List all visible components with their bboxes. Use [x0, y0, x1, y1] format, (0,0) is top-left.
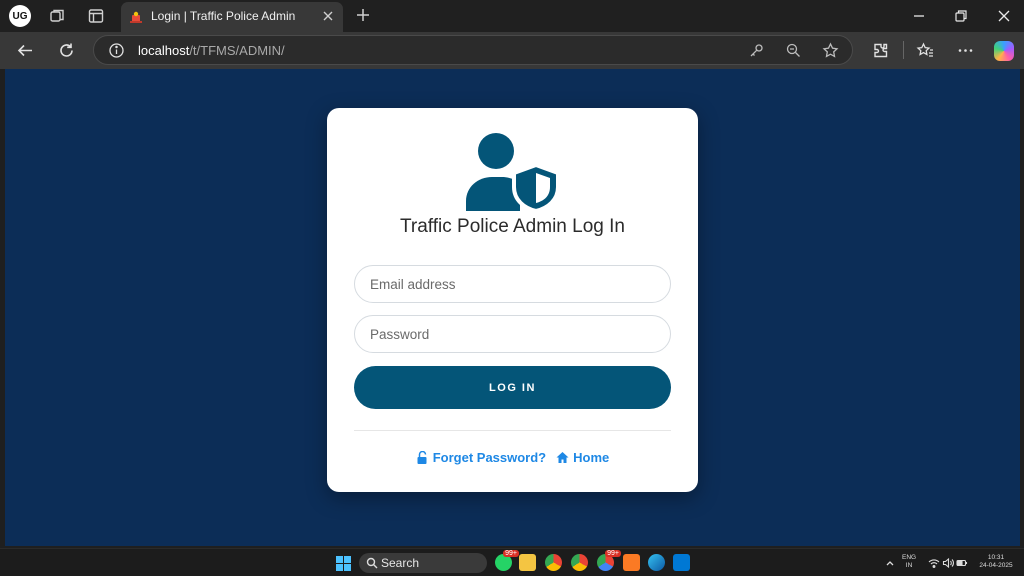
more-menu-icon[interactable]	[956, 41, 975, 60]
navigation-bar: localhost/t/TFMS/ADMIN/	[0, 32, 1024, 69]
login-button[interactable]: LOG IN	[354, 366, 671, 409]
active-tab[interactable]: Login | Traffic Police Admin	[121, 2, 343, 32]
traffic-police-favicon	[130, 11, 142, 23]
minimize-icon[interactable]	[911, 8, 927, 24]
divider	[354, 430, 671, 431]
password-key-icon[interactable]	[748, 42, 765, 59]
email-input[interactable]	[354, 265, 671, 303]
taskbar-search[interactable]: Search	[359, 553, 487, 573]
footer-links: Forget Password? Home	[327, 450, 698, 465]
site-info-icon[interactable]	[108, 42, 125, 59]
favorite-star-icon[interactable]	[822, 42, 839, 59]
windows-start-icon[interactable]	[336, 556, 351, 571]
url-text: localhost/t/TFMS/ADMIN/	[138, 43, 285, 58]
home-icon	[556, 452, 569, 463]
battery-icon[interactable]	[956, 557, 968, 569]
forgot-password-label: Forget Password?	[432, 450, 547, 465]
title-bar: UG Login | Traffic Police Admin	[0, 0, 1024, 32]
user-shield-icon	[466, 133, 560, 211]
address-bar[interactable]: localhost/t/TFMS/ADMIN/	[93, 35, 853, 65]
chrome-profile-icon[interactable]	[571, 554, 588, 571]
forgot-password-link[interactable]: Forget Password?	[416, 450, 546, 465]
whatsapp-icon[interactable]: 99+	[495, 550, 519, 571]
password-input[interactable]	[354, 315, 671, 353]
refresh-icon[interactable]	[57, 41, 76, 60]
home-link[interactable]: Home	[556, 450, 609, 465]
search-icon	[366, 557, 378, 569]
file-explorer-icon[interactable]	[519, 554, 536, 571]
taskbar: Search 99+ 99+ ENG IN 10:31 24-04-2025	[0, 548, 1024, 576]
xampp-icon[interactable]	[623, 554, 640, 571]
restore-icon[interactable]	[953, 8, 969, 24]
workspaces-icon[interactable]	[48, 7, 66, 25]
chrome-icon[interactable]	[545, 554, 562, 571]
whatsapp-badge: 99+	[503, 550, 519, 557]
chrome-profile-2-icon[interactable]: 99+	[597, 550, 621, 571]
chevron-up-icon[interactable]	[884, 557, 896, 569]
extensions-icon[interactable]	[871, 41, 890, 60]
login-card: Traffic Police Admin Log In LOG IN Forge…	[327, 108, 698, 492]
edge-icon[interactable]	[648, 554, 665, 571]
clock[interactable]: 10:31 24-04-2025	[976, 554, 1016, 570]
search-label: Search	[381, 556, 420, 570]
back-icon[interactable]	[16, 41, 35, 60]
language-indicator[interactable]: ENG IN	[902, 554, 916, 570]
page-background: Traffic Police Admin Log In LOG IN Forge…	[5, 69, 1020, 546]
tab-title: Login | Traffic Police Admin	[151, 9, 296, 23]
favorites-icon[interactable]	[916, 41, 935, 60]
profile-avatar[interactable]: UG	[9, 5, 31, 27]
volume-icon[interactable]	[942, 557, 954, 569]
new-tab-icon[interactable]	[354, 6, 372, 24]
close-window-icon[interactable]	[996, 8, 1012, 24]
close-tab-icon[interactable]	[321, 9, 335, 23]
copilot-icon[interactable]	[994, 41, 1014, 61]
vertical-tabs-icon[interactable]	[87, 7, 105, 25]
vscode-icon[interactable]	[673, 554, 690, 571]
wifi-icon[interactable]	[928, 557, 940, 569]
zoom-icon[interactable]	[785, 42, 802, 59]
chrome-badge: 99+	[605, 550, 621, 557]
login-title: Traffic Police Admin Log In	[400, 216, 625, 237]
unlock-icon	[417, 451, 427, 464]
toolbar-separator	[903, 41, 904, 59]
home-label: Home	[573, 450, 610, 465]
